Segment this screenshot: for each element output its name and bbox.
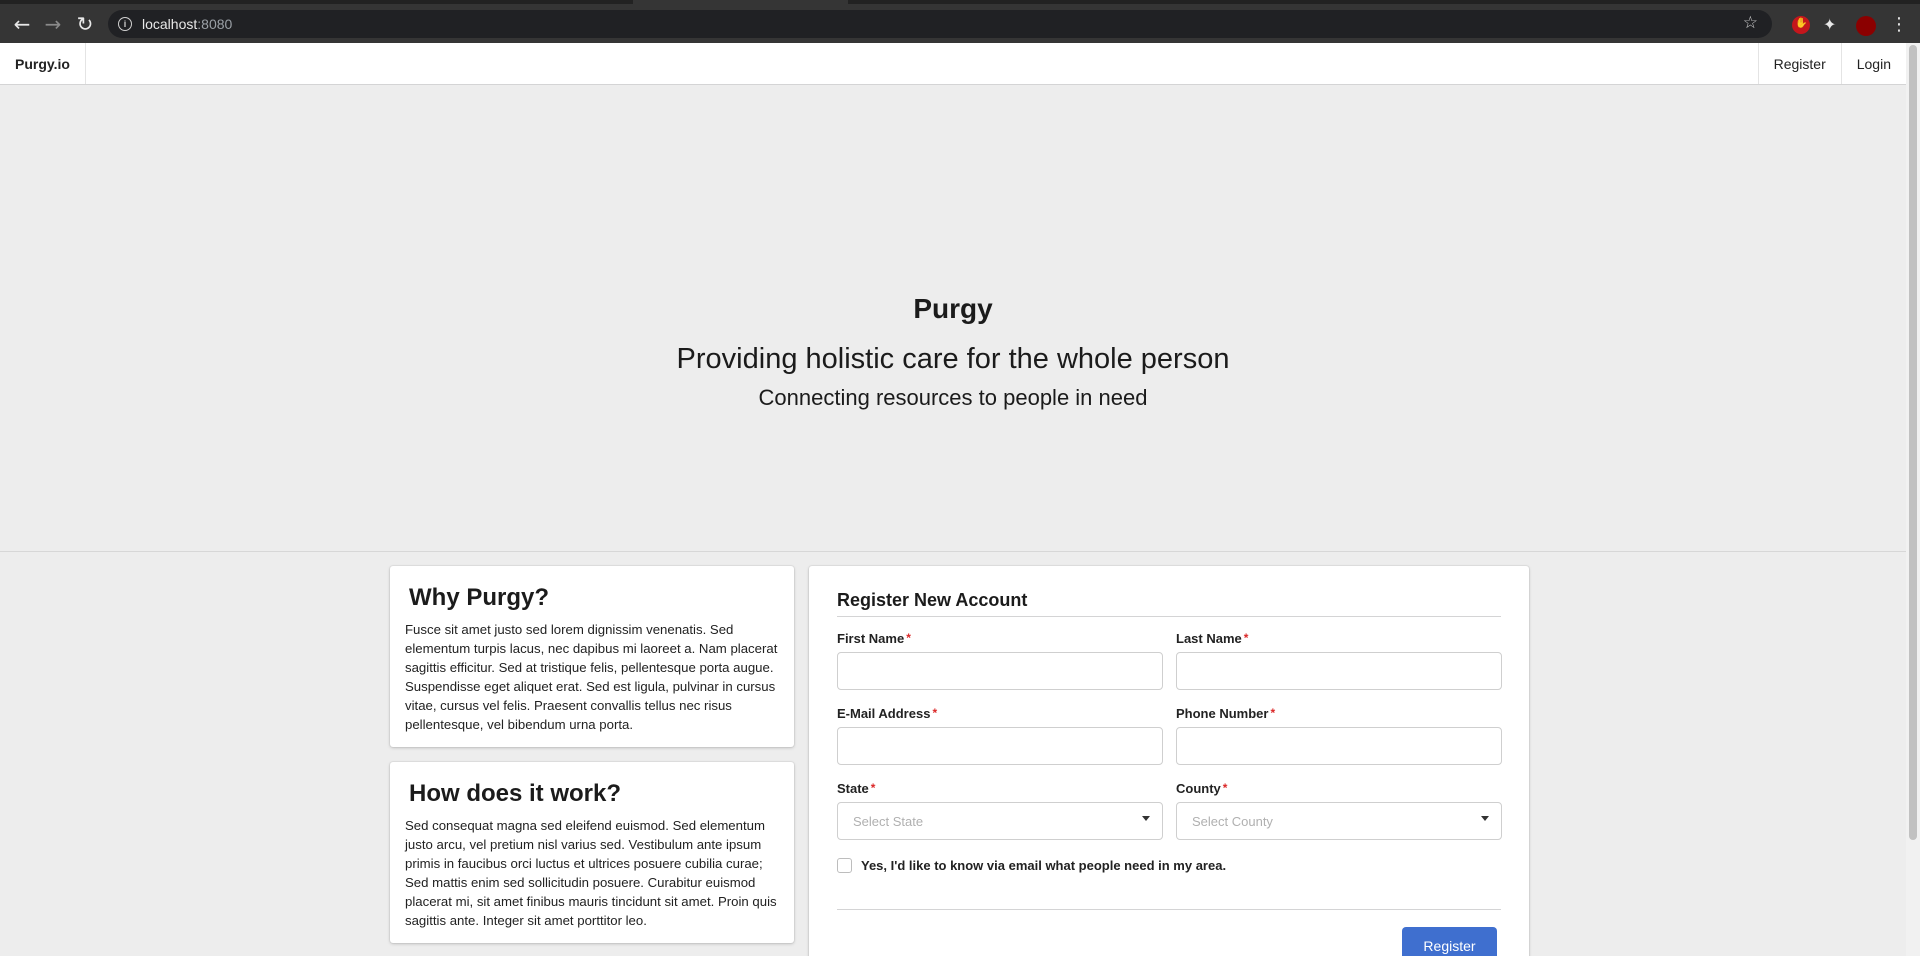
form-divider bbox=[837, 909, 1501, 910]
hero-subtitle: Providing holistic care for the whole pe… bbox=[676, 343, 1230, 375]
url-port: :8080 bbox=[197, 16, 233, 32]
phone-field: Phone Number * bbox=[1176, 706, 1502, 765]
puzzle-icon[interactable]: ✦ bbox=[1823, 16, 1841, 34]
first-name-label: First Name * bbox=[837, 631, 1163, 646]
county-select[interactable]: Select County bbox=[1176, 802, 1502, 840]
back-arrow-icon[interactable]: ← bbox=[12, 14, 32, 34]
top-nav: Purgy.io Register Login bbox=[0, 43, 1906, 85]
email-label: E-Mail Address * bbox=[837, 706, 1163, 721]
required-marker: * bbox=[906, 631, 911, 645]
how-body: Sed consequat magna sed eleifend euismod… bbox=[405, 818, 777, 928]
caret-down-icon bbox=[1481, 816, 1489, 821]
state-select[interactable]: Select State bbox=[837, 802, 1163, 840]
profile-avatar[interactable] bbox=[1856, 16, 1876, 36]
phone-input[interactable] bbox=[1176, 727, 1502, 765]
notify-checkbox-row[interactable]: Yes, I'd like to know via email what peo… bbox=[837, 858, 1226, 873]
last-name-label-text: Last Name bbox=[1176, 631, 1242, 646]
first-name-field: First Name * bbox=[837, 631, 1163, 690]
page: Purgy.io Register Login Purgy Providing … bbox=[0, 43, 1906, 956]
required-marker: * bbox=[1222, 781, 1228, 795]
email-field: E-Mail Address * bbox=[837, 706, 1163, 765]
register-button[interactable]: Register bbox=[1402, 927, 1497, 956]
county-label-text: County bbox=[1176, 781, 1221, 796]
hero-section: Purgy Providing holistic care for the wh… bbox=[0, 85, 1906, 552]
notify-checkbox[interactable] bbox=[837, 858, 852, 873]
form-title: Register New Account bbox=[837, 590, 1501, 617]
last-name-label: Last Name * bbox=[1176, 631, 1502, 646]
why-card: Why Purgy? Fusce sit amet justo sed lore… bbox=[390, 566, 794, 747]
email-label-text: E-Mail Address bbox=[837, 706, 931, 721]
caret-down-icon bbox=[1142, 816, 1150, 821]
hero-tagline: Connecting resources to people in need bbox=[758, 385, 1148, 410]
star-icon[interactable]: ☆ bbox=[1743, 13, 1758, 33]
active-tab-edge bbox=[633, 0, 848, 4]
last-name-input[interactable] bbox=[1176, 652, 1502, 690]
required-marker: * bbox=[932, 706, 938, 720]
why-title: Why Purgy? bbox=[409, 584, 550, 611]
info-icon[interactable]: i bbox=[118, 17, 132, 31]
nav-right: Register Login bbox=[1757, 43, 1906, 84]
notify-label[interactable]: Yes, I'd like to know via email what peo… bbox=[861, 858, 1226, 873]
county-placeholder: Select County bbox=[1192, 814, 1273, 829]
address-url[interactable]: localhost:8080 bbox=[142, 16, 232, 32]
address-bar[interactable]: i localhost:8080 ☆ bbox=[108, 10, 1772, 38]
county-field: County * Select County bbox=[1176, 781, 1502, 840]
url-host: localhost bbox=[142, 16, 198, 32]
state-placeholder: Select State bbox=[853, 814, 924, 829]
first-name-input[interactable] bbox=[837, 652, 1163, 690]
state-label: State * bbox=[837, 781, 1163, 796]
state-field: State * Select State bbox=[837, 781, 1163, 840]
reload-icon[interactable]: ↻ bbox=[75, 14, 95, 34]
scrollbar-thumb[interactable] bbox=[1909, 45, 1917, 840]
first-name-label-text: First Name bbox=[837, 631, 905, 646]
phone-label-text: Phone Number bbox=[1176, 706, 1269, 721]
how-title: How does it work? bbox=[409, 780, 622, 807]
hero-title: Purgy bbox=[913, 293, 993, 324]
required-marker: * bbox=[1243, 631, 1249, 645]
stop-extension-icon[interactable] bbox=[1792, 16, 1810, 34]
browser-toolbar: ← → ↻ i localhost:8080 ☆ ✦ ⋮ bbox=[0, 0, 1920, 43]
nav-register-link[interactable]: Register bbox=[1757, 43, 1841, 84]
phone-label: Phone Number * bbox=[1176, 706, 1502, 721]
required-marker: * bbox=[870, 781, 876, 795]
forward-arrow-icon[interactable]: → bbox=[43, 14, 63, 34]
required-marker: * bbox=[1270, 706, 1276, 720]
nav-login-link[interactable]: Login bbox=[1840, 43, 1906, 84]
how-card: How does it work? Sed consequat magna se… bbox=[390, 762, 794, 943]
state-label-text: State bbox=[837, 781, 869, 796]
brand-link[interactable]: Purgy.io bbox=[0, 43, 86, 84]
county-label: County * bbox=[1176, 781, 1502, 796]
register-form: Register New Account First Name * Last Na… bbox=[809, 566, 1529, 956]
why-body: Fusce sit amet justo sed lorem dignissim… bbox=[405, 622, 778, 732]
kebab-menu-icon[interactable]: ⋮ bbox=[1890, 16, 1908, 34]
last-name-field: Last Name * bbox=[1176, 631, 1502, 690]
email-input[interactable] bbox=[837, 727, 1163, 765]
